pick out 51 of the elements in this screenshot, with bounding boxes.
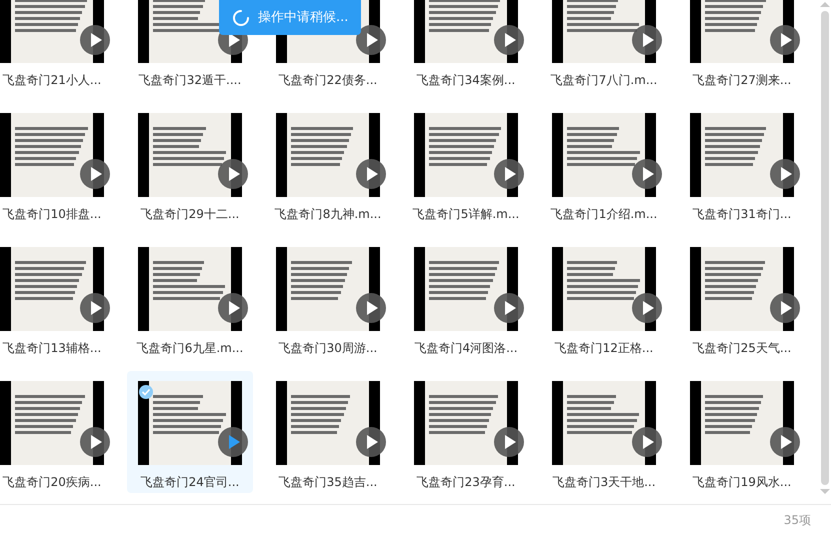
play-icon[interactable] (632, 25, 662, 55)
file-name[interactable]: 飞盘奇门27测来... (692, 71, 792, 89)
file-name[interactable]: 飞盘奇门29十二... (140, 205, 240, 223)
file-name[interactable]: 飞盘奇门10排盘... (2, 205, 102, 223)
toast-text: 操作中请稍候... (258, 8, 348, 27)
play-icon[interactable] (80, 25, 110, 55)
file-name[interactable]: 飞盘奇门22债务... (278, 71, 378, 89)
file-name[interactable]: 飞盘奇门4河图洛... (414, 339, 518, 357)
play-icon[interactable] (770, 25, 800, 55)
file-name[interactable]: 飞盘奇门6九星.m... (136, 339, 244, 357)
play-icon[interactable] (80, 293, 110, 323)
item-count: 35项 (784, 512, 811, 528)
file-name[interactable]: 飞盘奇门7八门.m... (550, 71, 658, 89)
play-icon[interactable] (356, 427, 386, 457)
file-name[interactable]: 飞盘奇门8九神.m... (274, 205, 382, 223)
play-icon[interactable] (632, 293, 662, 323)
play-icon[interactable] (80, 427, 110, 457)
file-name[interactable]: 飞盘奇门1介绍.m... (550, 205, 658, 223)
file-name[interactable]: 飞盘奇门20疾病... (2, 473, 102, 491)
play-icon[interactable] (218, 159, 248, 189)
file-name[interactable]: 飞盘奇门13辅格... (2, 339, 102, 357)
file-name[interactable]: 飞盘奇门32遁干.... (138, 71, 242, 89)
check-icon[interactable] (139, 385, 153, 399)
play-icon[interactable] (356, 293, 386, 323)
play-icon[interactable] (80, 159, 110, 189)
file-name[interactable]: 飞盘奇门19风水... (692, 473, 792, 491)
file-name[interactable]: 飞盘奇门30周游... (278, 339, 378, 357)
file-name[interactable]: 飞盘奇门3天干地... (552, 473, 656, 491)
play-icon[interactable] (770, 293, 800, 323)
file-name[interactable]: 飞盘奇门35趋吉... (278, 473, 378, 491)
file-name[interactable]: 飞盘奇门34案例... (416, 71, 516, 89)
file-name[interactable]: 飞盘奇门23孕育... (416, 473, 516, 491)
file-name[interactable]: 飞盘奇门12正格... (554, 339, 654, 357)
play-icon[interactable] (494, 427, 524, 457)
play-icon[interactable] (356, 159, 386, 189)
file-name[interactable]: 飞盘奇门31奇门... (692, 205, 792, 223)
play-icon[interactable] (632, 427, 662, 457)
play-icon[interactable] (632, 159, 662, 189)
play-icon[interactable] (770, 427, 800, 457)
spinner-icon (232, 8, 250, 26)
play-icon[interactable] (494, 25, 524, 55)
file-name[interactable]: 飞盘奇门5详解.m... (412, 205, 520, 223)
file-name[interactable]: 飞盘奇门24官司... (140, 473, 240, 491)
play-icon[interactable] (494, 293, 524, 323)
play-icon[interactable] (494, 159, 524, 189)
play-icon[interactable] (356, 25, 386, 55)
play-icon[interactable] (770, 159, 800, 189)
file-name[interactable]: 飞盘奇门25天气... (692, 339, 792, 357)
file-name[interactable]: 飞盘奇门21小人... (2, 71, 102, 89)
play-icon[interactable] (218, 293, 248, 323)
play-icon[interactable] (218, 427, 248, 457)
